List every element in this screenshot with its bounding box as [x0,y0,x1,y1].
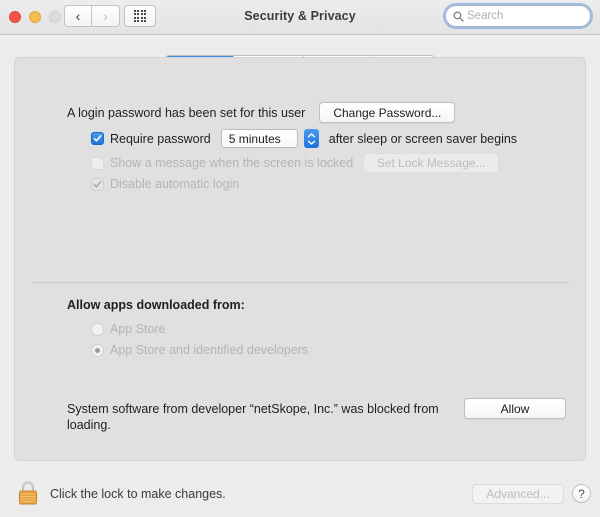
identified-developers-radio [91,343,104,357]
allow-apps-heading: Allow apps downloaded from: [67,298,245,312]
security-privacy-window: ‹ › Security & Privacy Search A login pa… [0,0,600,517]
disable-auto-login-checkbox [91,177,104,191]
identified-developers-label: App Store and identified developers [110,343,309,357]
disable-auto-login-row: Disable automatic login [91,177,239,191]
require-password-row: Require password 5 minutes after sleep o… [91,129,517,148]
allow-apps-heading-row: Allow apps downloaded from: [67,298,245,312]
disable-auto-login-label: Disable automatic login [110,177,240,191]
general-pane: A login password has been set for this u… [14,57,586,461]
lock-message: Click the lock to make changes. [50,487,226,501]
help-button[interactable]: ? [572,484,591,503]
allow-blocked-software-button[interactable]: Allow [464,398,566,419]
radio-selected-dot [95,347,100,353]
require-password-suffix: after sleep or screen saver begins [328,131,518,146]
allow-apps-option-identified-developers: App Store and identified developers [91,343,308,357]
advanced-button: Advanced... [472,484,564,504]
require-password-stepper[interactable] [303,129,319,148]
section-divider [33,282,569,283]
search-input[interactable] [467,10,577,22]
allow-apps-option-appstore: App Store [91,322,166,336]
search-icon [453,11,464,22]
app-store-radio [91,322,104,336]
change-password-button[interactable]: Change Password... [319,102,456,123]
show-lock-message-label: Show a message when the screen is locked [110,156,354,170]
window-titlebar: ‹ › Security & Privacy [0,0,600,35]
require-password-checkbox[interactable] [91,132,104,145]
blocked-software-notice: System software from developer “netSkope… [67,402,439,432]
lock-closed-icon[interactable] [16,479,40,510]
require-password-label: Require password [110,131,211,146]
show-lock-message-checkbox [91,156,104,170]
set-lock-message-button: Set Lock Message... [363,153,500,173]
require-password-interval-popup[interactable]: 5 minutes [220,129,298,148]
show-lock-message-row: Show a message when the screen is locked… [91,153,500,173]
login-password-status: A login password has been set for this u… [67,105,306,120]
app-store-label: App Store [110,322,166,336]
login-password-row: A login password has been set for this u… [67,102,456,123]
require-password-interval-value: 5 minutes [228,131,281,146]
search-field[interactable] [445,5,591,27]
